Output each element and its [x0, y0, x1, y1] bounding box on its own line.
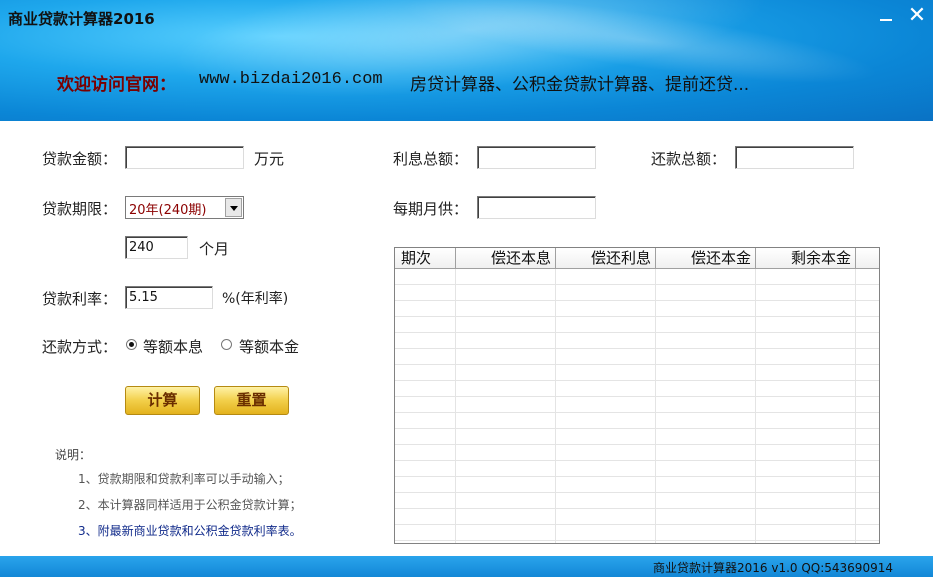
close-icon[interactable]: ✕ [905, 4, 929, 28]
table-header: 期次 偿还本息 偿还利息 偿还本金 剩余本金 [395, 248, 879, 269]
loan-term-label: 贷款期限： [42, 200, 118, 218]
total-repayment-field[interactable] [735, 146, 854, 169]
rate-table-link[interactable]: 3、附最新商业贷款和公积金贷款利率表。 [78, 522, 302, 539]
loan-amount-input[interactable] [125, 146, 244, 169]
loan-term-select[interactable]: 20年(240期) [125, 196, 244, 219]
header-filler [856, 248, 879, 269]
loan-amount-unit: 万元 [254, 150, 285, 168]
column-header-remaining[interactable]: 剩余本金 [756, 248, 856, 269]
monthly-payment-field[interactable] [477, 196, 596, 219]
title-banner: 商业贷款计算器2016 ✕ 欢迎访问官网： www.bizdai2016.com… [0, 0, 933, 121]
reset-button[interactable]: 重置 [214, 386, 289, 415]
equal-installment-label[interactable]: 等额本息 [143, 336, 203, 357]
loan-rate-label: 贷款利率： [42, 290, 118, 308]
loan-rate-input[interactable] [125, 286, 213, 309]
months-input[interactable] [125, 236, 188, 259]
table-body [395, 269, 879, 543]
loan-amount-label: 贷款金额： [42, 150, 118, 168]
column-header-principal[interactable]: 偿还本金 [656, 248, 756, 269]
column-header-payment[interactable]: 偿还本息 [456, 248, 556, 269]
equal-principal-label[interactable]: 等额本金 [239, 336, 299, 357]
website-link[interactable]: www.bizdai2016.com [199, 70, 383, 89]
loan-rate-unit: %(年利率) [222, 291, 289, 307]
monthly-payment-label: 每期月供： [393, 200, 469, 218]
column-divider [655, 269, 656, 543]
status-bar: 商业贷款计算器2016 v1.0 QQ:543690914 [0, 556, 933, 577]
column-divider [555, 269, 556, 543]
repayment-method-label: 还款方式： [42, 338, 118, 356]
column-header-interest[interactable]: 偿还利息 [556, 248, 656, 269]
notes-title: 说明： [55, 448, 92, 462]
column-divider [755, 269, 756, 543]
column-header-period[interactable]: 期次 [395, 248, 456, 269]
banner-welcome-text: 欢迎访问官网： [57, 75, 176, 95]
window-title: 商业贷款计算器2016 [8, 10, 155, 28]
radio-equal-principal[interactable] [221, 339, 232, 350]
status-version-text: 商业贷款计算器2016 v1.0 QQ:543690914 [652, 561, 893, 575]
note-item: 1、贷款期限和贷款利率可以手动输入； [78, 472, 290, 486]
months-unit: 个月 [199, 240, 230, 258]
total-interest-field[interactable] [477, 146, 596, 169]
column-divider [855, 269, 856, 543]
total-interest-label: 利息总额： [393, 150, 469, 168]
repayment-schedule-table[interactable]: 期次 偿还本息 偿还利息 偿还本金 剩余本金 [394, 247, 880, 544]
banner-related-links[interactable]: 房贷计算器、公积金贷款计算器、提前还贷... [410, 70, 749, 95]
radio-equal-installment[interactable] [126, 339, 137, 350]
minimize-icon[interactable] [874, 4, 898, 28]
column-divider [455, 269, 456, 543]
note-item: 2、本计算器同样适用于公积金贷款计算； [78, 498, 302, 512]
chevron-down-icon[interactable] [225, 198, 242, 217]
loan-term-selected: 20年(240期) [129, 203, 207, 218]
total-repayment-label: 还款总额： [651, 150, 727, 168]
calculate-button[interactable]: 计算 [125, 386, 200, 415]
